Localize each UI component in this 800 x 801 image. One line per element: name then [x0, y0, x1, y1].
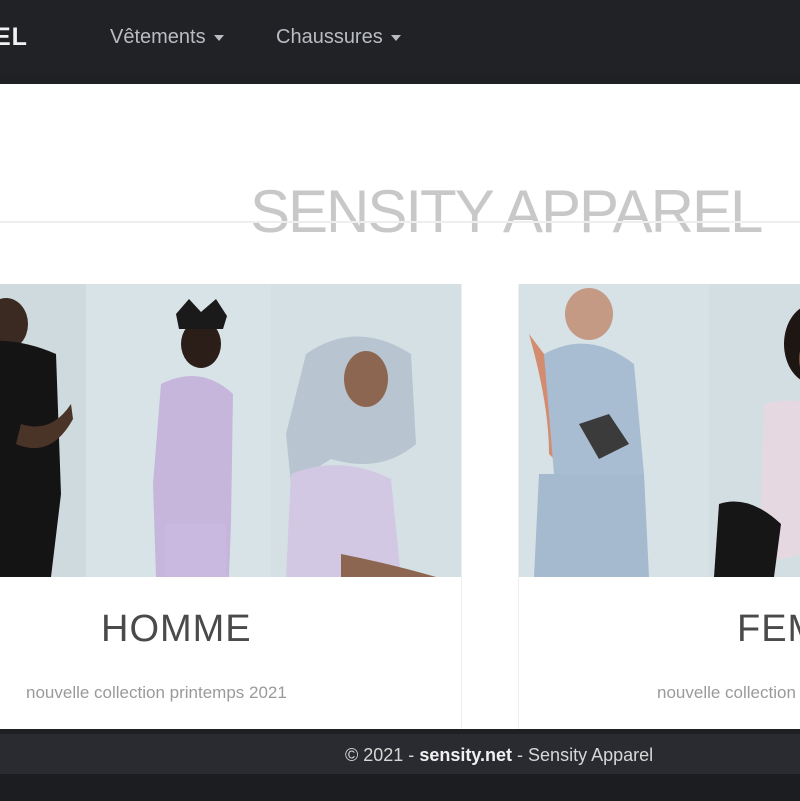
- page-title: SENSITY APPAREL: [250, 178, 763, 246]
- collection-card-homme[interactable]: HOMME nouvelle collection printemps 2021: [0, 284, 462, 729]
- card-title-homme[interactable]: HOMME: [101, 606, 252, 652]
- card-subtitle-femme: nouvelle collection printemps 2021: [657, 683, 800, 702]
- footer-site-link[interactable]: sensity.net: [419, 745, 512, 765]
- caret-down-icon: [213, 34, 224, 41]
- caret-down-icon: [390, 34, 401, 41]
- nav-vetements-dropdown[interactable]: Vêtements: [110, 25, 224, 49]
- card-title-femme[interactable]: FEMME: [737, 606, 800, 652]
- card-subtitle-homme: nouvelle collection printemps 2021: [26, 683, 287, 702]
- footer-copyright-prefix: © 2021 -: [345, 745, 415, 765]
- main-content: SENSITY APPAREL HOMME nouvelle collectio…: [0, 84, 800, 729]
- footer-copyright-suffix: - Sensity Apparel: [517, 745, 654, 765]
- collection-card-femme[interactable]: FEMME nouvelle collection printemps 2021: [518, 284, 800, 729]
- femme-photo-image: [519, 284, 800, 577]
- nav-chaussures-dropdown[interactable]: Chaussures: [276, 25, 401, 49]
- homme-collection-photo[interactable]: [0, 284, 461, 577]
- nav-chaussures-label: Chaussures: [276, 26, 383, 48]
- footer: © 2021 - sensity.net - Sensity Apparel: [0, 734, 800, 774]
- femme-collection-photo[interactable]: [519, 284, 800, 577]
- footer-copyright: © 2021 - sensity.net - Sensity Apparel: [345, 744, 653, 766]
- brand-logo[interactable]: EL: [0, 22, 28, 52]
- navbar: EL Vêtements Chaussures: [0, 0, 800, 76]
- homme-photo-image: [0, 284, 461, 577]
- nav-vetements-label: Vêtements: [110, 26, 206, 48]
- divider: [0, 221, 800, 223]
- bottom-bar: [0, 774, 800, 801]
